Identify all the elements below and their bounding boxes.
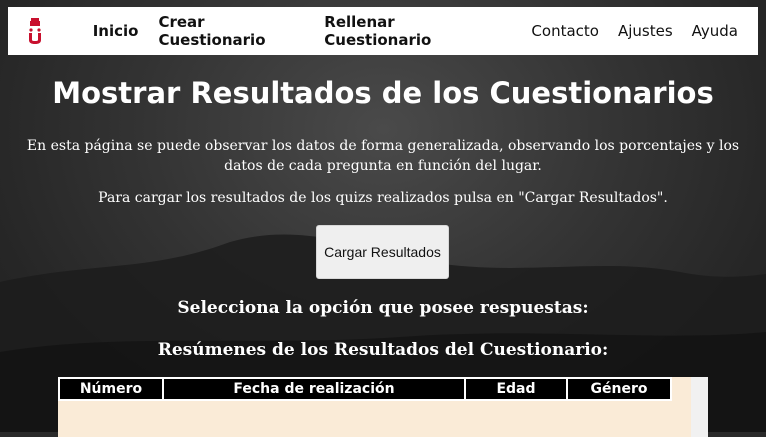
- results-table-container[interactable]: Número Fecha de realización Edad Género: [58, 377, 708, 437]
- column-header-genero[interactable]: Género: [566, 377, 672, 401]
- results-table: Número Fecha de realización Edad Género: [58, 377, 672, 401]
- column-header-numero[interactable]: Número: [58, 377, 164, 401]
- nav-main-links: Inicio Crear Cuestionario Rellenar Cuest…: [63, 13, 513, 49]
- nav-link-ayuda[interactable]: Ayuda: [692, 22, 738, 40]
- page-title: Mostrar Resultados de los Cuestionarios: [52, 76, 714, 110]
- select-option-heading: Selecciona la opción que posee respuesta…: [177, 298, 589, 318]
- logo[interactable]: [8, 7, 63, 55]
- nav-link-rellenar-cuestionario[interactable]: Rellenar Cuestionario: [324, 13, 492, 49]
- column-header-fecha[interactable]: Fecha de realización: [162, 377, 466, 401]
- table-header-row: Número Fecha de realización Edad Género: [58, 377, 672, 401]
- university-crest-icon: [29, 18, 42, 44]
- nav-link-inicio[interactable]: Inicio: [93, 22, 139, 40]
- column-header-edad[interactable]: Edad: [464, 377, 568, 401]
- nav-secondary-links: Contacto Ajustes Ayuda: [512, 22, 738, 40]
- nav-link-contacto[interactable]: Contacto: [531, 22, 599, 40]
- table-scrollbar[interactable]: [691, 377, 708, 437]
- top-navbar: Inicio Crear Cuestionario Rellenar Cuest…: [8, 7, 758, 55]
- load-results-button[interactable]: Cargar Resultados: [316, 225, 449, 279]
- nav-link-ajustes[interactable]: Ajustes: [618, 22, 673, 40]
- load-instruction: Para cargar los resultados de los quizs …: [98, 190, 668, 206]
- nav-link-crear-cuestionario[interactable]: Crear Cuestionario: [158, 13, 304, 49]
- page-description: En esta página se puede observar los dat…: [26, 138, 740, 174]
- results-summary-heading: Resúmenes de los Resultados del Cuestion…: [157, 340, 609, 360]
